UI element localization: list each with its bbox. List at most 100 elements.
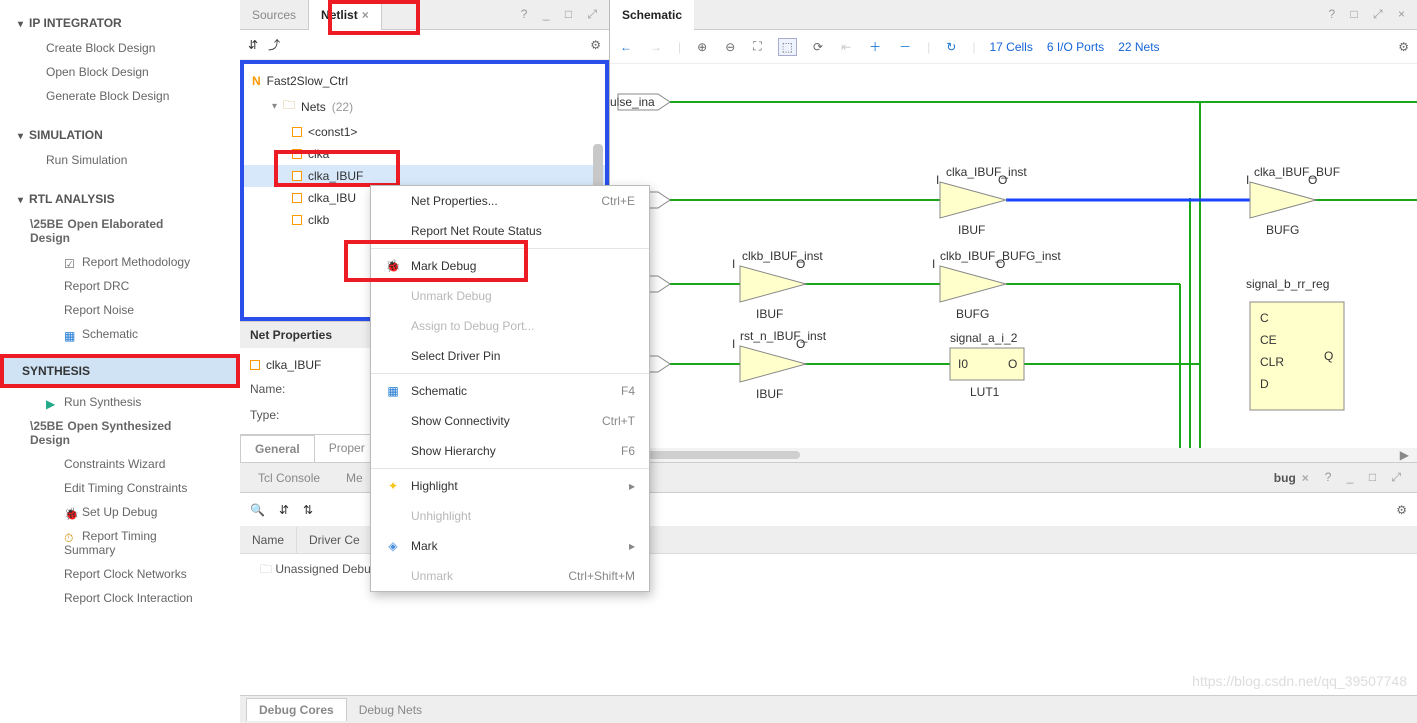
nav-schematic[interactable]: ▦Schematic	[0, 322, 240, 346]
tab-tcl-console[interactable]: Tcl Console	[248, 467, 330, 489]
ctx-mark[interactable]: ◈Mark▸	[371, 531, 649, 561]
scroll-right-icon[interactable]: ▶	[1400, 448, 1409, 462]
panel-controls[interactable]: ? □ ⤢ ×	[1328, 7, 1411, 22]
net-icon	[292, 149, 302, 159]
panel-controls[interactable]: ? _ □ ⤢	[521, 7, 603, 22]
search-icon[interactable]: 🔍	[250, 503, 265, 517]
ctx-mark-debug[interactable]: 🐞Mark Debug	[371, 251, 649, 281]
tree-net-selected[interactable]: clka_IBUF	[244, 165, 605, 187]
tab-debug-cores[interactable]: Debug Cores	[246, 698, 347, 721]
ctx-report-route[interactable]: Report Net Route Status	[371, 216, 649, 246]
link-nets[interactable]: 22 Nets	[1118, 40, 1159, 54]
remove-icon[interactable]: －	[897, 36, 913, 57]
prev-icon[interactable]: ⇤	[839, 38, 853, 56]
close-icon[interactable]: ×	[362, 8, 369, 22]
nav-run-synth[interactable]: ▶Run Synthesis	[0, 390, 240, 414]
zoom-in-icon[interactable]: ⊕	[695, 38, 709, 56]
nav-create-block[interactable]: Create Block Design	[0, 36, 240, 60]
nav-report-timing[interactable]: ⏱Report Timing Summary	[0, 524, 240, 562]
section-simulation[interactable]: SIMULATION	[0, 122, 240, 148]
tree-nets-folder[interactable]: ▾ 🗀 Nets (22)	[244, 92, 605, 121]
refresh-icon[interactable]: ⟳	[811, 38, 825, 56]
ctx-unhighlight: Unhighlight	[371, 501, 649, 531]
nav-open-elab[interactable]: \25BEOpen Elaborated Design	[0, 212, 240, 250]
center-tabbar: Sources Netlist× ? _ □ ⤢	[240, 0, 609, 30]
gear-icon[interactable]: ⚙	[1398, 40, 1409, 54]
tab-debug[interactable]: bug×	[1264, 467, 1319, 489]
th-name[interactable]: Name	[240, 527, 297, 553]
ctx-schematic[interactable]: ▦SchematicF4	[371, 376, 649, 406]
tab-debug-nets[interactable]: Debug Nets	[347, 699, 434, 721]
reload-icon[interactable]: ↻	[944, 38, 958, 56]
svg-text:IBUF: IBUF	[756, 307, 783, 321]
ctx-unmark-debug: Unmark Debug	[371, 281, 649, 311]
nav-gen-block[interactable]: Generate Block Design	[0, 84, 240, 108]
ctx-select-driver[interactable]: Select Driver Pin	[371, 341, 649, 371]
section-synthesis[interactable]: SYNTHESIS	[4, 358, 236, 384]
nav-run-sim[interactable]: Run Simulation	[0, 148, 240, 172]
expand-icon[interactable]: ⤴	[268, 36, 280, 53]
nav-edit-timing[interactable]: Edit Timing Constraints	[0, 476, 240, 500]
close-icon[interactable]: ×	[1302, 471, 1309, 485]
tab-netlist[interactable]: Netlist×	[308, 0, 382, 30]
svg-text:clkb_IBUF_inst: clkb_IBUF_inst	[742, 249, 823, 263]
tab-general[interactable]: General	[240, 435, 315, 462]
ctx-net-properties[interactable]: Net Properties...Ctrl+E	[371, 186, 649, 216]
ctx-unmark: UnmarkCtrl+Shift+M	[371, 561, 649, 591]
watermark: https://blog.csdn.net/qq_39507748	[1192, 673, 1407, 689]
nav-report-meth[interactable]: ☑Report Methodology	[0, 250, 240, 274]
schematic-svg: ulse_ina clka clkb rst_n clka_IBUF_inst …	[610, 64, 1417, 448]
panel-controls[interactable]: ? _ □ ⤢	[1325, 470, 1407, 485]
schematic-toolbar: ← → | ⊕ ⊖ ⛶ ⬚ ⟳ ⇤ ＋ － | ↻ | 17 Cells 6 I…	[610, 30, 1417, 64]
link-ioports[interactable]: 6 I/O Ports	[1047, 40, 1104, 54]
ctx-highlight[interactable]: ✦Highlight▸	[371, 471, 649, 501]
svg-text:O: O	[1008, 357, 1017, 371]
svg-text:BUFG: BUFG	[956, 307, 989, 321]
collapse-icon[interactable]: ⇵	[279, 503, 289, 517]
select-area-icon[interactable]: ⬚	[778, 38, 797, 56]
tree-net[interactable]: clka	[244, 143, 605, 165]
nav-constraints[interactable]: Constraints Wizard	[0, 452, 240, 476]
tab-sources[interactable]: Sources	[240, 0, 308, 30]
tab-schematic[interactable]: Schematic	[610, 0, 694, 30]
net-icon	[292, 171, 302, 181]
svg-text:clka_IBUF_inst: clka_IBUF_inst	[946, 165, 1027, 179]
left-sidebar: IP INTEGRATOR Create Block Design Open B…	[0, 0, 240, 723]
gear-icon[interactable]: ⚙	[590, 38, 601, 52]
add-icon[interactable]: ＋	[867, 36, 883, 57]
zoom-fit-icon[interactable]: ⛶	[751, 37, 763, 56]
back-icon[interactable]: ←	[618, 38, 634, 56]
svg-text:signal_a_i_2: signal_a_i_2	[950, 331, 1018, 345]
forward-icon[interactable]: →	[648, 38, 664, 56]
nav-report-clk-int[interactable]: Report Clock Interaction	[0, 586, 240, 610]
th-driver[interactable]: Driver Ce	[297, 527, 373, 553]
module-icon: N	[252, 74, 261, 88]
schematic-tabbar: Schematic ? □ ⤢ ×	[610, 0, 1417, 30]
nav-open-block[interactable]: Open Block Design	[0, 60, 240, 84]
collapse-icon[interactable]: ⇵	[248, 38, 258, 52]
ctx-show-hierarchy[interactable]: Show HierarchyF6	[371, 436, 649, 466]
tree-top-module[interactable]: N Fast2Slow_Ctrl	[244, 70, 605, 92]
tab-me[interactable]: Me	[336, 467, 373, 489]
nav-report-clk-net[interactable]: Report Clock Networks	[0, 562, 240, 586]
section-ip-integrator[interactable]: IP INTEGRATOR	[0, 10, 240, 36]
net-icon	[292, 215, 302, 225]
nav-setup-debug[interactable]: 🐞Set Up Debug	[0, 500, 240, 524]
play-icon: ▶	[46, 397, 60, 409]
nav-report-drc[interactable]: Report DRC	[0, 274, 240, 298]
section-rtl[interactable]: RTL ANALYSIS	[0, 186, 240, 212]
scrollbar-thumb[interactable]	[630, 451, 800, 459]
zoom-out-icon[interactable]: ⊖	[723, 38, 737, 56]
link-cells[interactable]: 17 Cells	[989, 40, 1032, 54]
schematic-canvas[interactable]: ulse_ina clka clkb rst_n clka_IBUF_inst …	[610, 64, 1417, 448]
ctx-show-connectivity[interactable]: Show ConnectivityCtrl+T	[371, 406, 649, 436]
gear-icon[interactable]: ⚙	[1396, 503, 1407, 517]
nav-open-synth[interactable]: \25BEOpen Synthesized Design	[0, 414, 240, 452]
tree-net[interactable]: <const1>	[244, 121, 605, 143]
svg-text:D: D	[1260, 377, 1269, 391]
nav-report-noise[interactable]: Report Noise	[0, 298, 240, 322]
mark-icon: ◈	[385, 539, 401, 553]
horizontal-scrollbar[interactable]: ▶	[610, 448, 1417, 462]
expand-icon[interactable]: ⇅	[303, 503, 313, 517]
svg-text:I: I	[932, 257, 935, 271]
